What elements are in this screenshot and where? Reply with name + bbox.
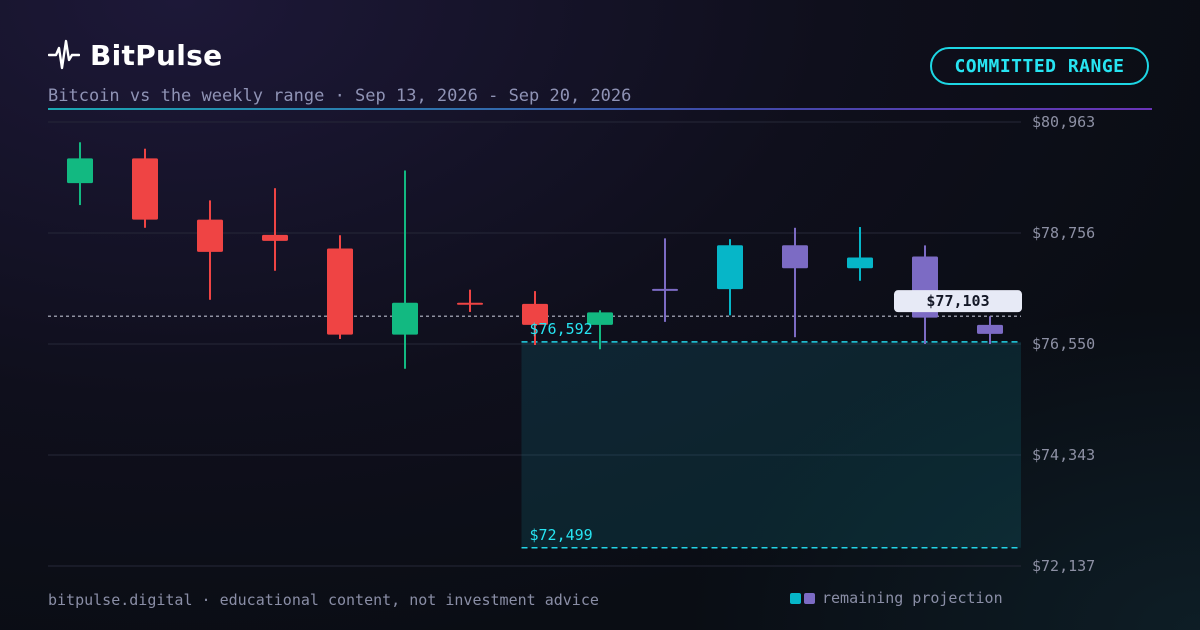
- candle-body: [457, 302, 483, 305]
- candle-body: [262, 234, 288, 241]
- candle-body: [717, 245, 743, 290]
- y-tick-label: $76,550: [1032, 335, 1095, 353]
- footer-disclaimer: bitpulse.digital · educational content, …: [48, 591, 599, 609]
- y-tick-label: $72,137: [1032, 557, 1095, 575]
- legend-swatch-purple: [804, 592, 815, 604]
- committed-range-area: [521, 341, 1021, 548]
- range-lower-label: $72,499: [530, 526, 593, 544]
- candle-body: [782, 245, 808, 269]
- candle-body: [392, 302, 418, 335]
- candlestick-chart: $80,963 $78,756 $76,550 $74,343 $72,137 $76,5…: [48, 113, 1095, 575]
- candle-body: [652, 288, 678, 291]
- candle-body: [132, 158, 158, 220]
- candle-body: [197, 219, 223, 252]
- current-price-label: $77,103: [926, 292, 989, 310]
- candle-body: [847, 257, 873, 269]
- candle-body: [977, 324, 1003, 334]
- y-tick-label: $80,963: [1032, 113, 1095, 131]
- legend: remaining projection: [790, 589, 1003, 607]
- legend-label: remaining projection: [822, 589, 1003, 607]
- range-upper-label: $76,592: [530, 320, 593, 338]
- candle-body: [67, 158, 93, 184]
- y-tick-label: $78,756: [1032, 224, 1095, 242]
- legend-swatch-teal: [790, 592, 801, 604]
- candle-body: [327, 248, 353, 335]
- y-tick-label: $74,343: [1032, 446, 1095, 464]
